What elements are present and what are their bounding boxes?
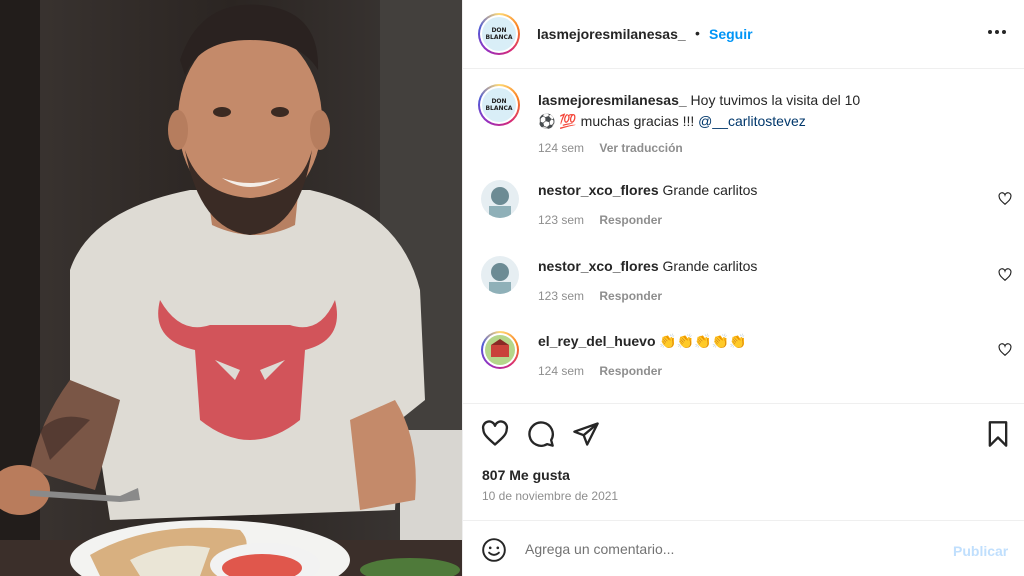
- more-horizontal-icon[interactable]: [985, 20, 1009, 44]
- comment-body: nestor_xco_flores Grande carlitos: [538, 182, 757, 198]
- reply-button[interactable]: Responder: [599, 213, 662, 227]
- comment-username[interactable]: nestor_xco_flores: [538, 258, 659, 274]
- comment-body: el_rey_del_huevo 👏👏👏👏👏: [538, 333, 747, 350]
- avatar-logo-text: DON: [491, 98, 507, 105]
- reply-button[interactable]: Responder: [599, 289, 662, 303]
- heart-icon[interactable]: [481, 420, 509, 448]
- comment-input[interactable]: [525, 541, 925, 557]
- caption-text: lasmejoresmilanesas_ Hoy tuvimos la visi…: [538, 90, 918, 159]
- caption-username[interactable]: lasmejoresmilanesas_: [538, 92, 687, 108]
- reply-button[interactable]: Responder: [599, 364, 662, 378]
- add-comment-bar: Publicar: [463, 520, 1024, 576]
- comment-body: nestor_xco_flores Grande carlitos: [538, 258, 757, 274]
- post-actions: [463, 403, 1024, 459]
- comment-icon[interactable]: [527, 420, 555, 448]
- comment-text: 👏👏👏👏👏: [659, 333, 747, 349]
- caption-emoji: ⚽ 💯: [538, 113, 577, 129]
- post-header: DON BLANCA lasmejoresmilanesas_ • Seguir: [463, 0, 1024, 69]
- caption-avatar[interactable]: DON BLANCA: [478, 84, 520, 126]
- follow-button[interactable]: Seguir: [709, 26, 753, 42]
- post-image: [0, 0, 462, 576]
- avatar-logo-text: BLANCA: [485, 34, 513, 41]
- comment-heart-icon[interactable]: [998, 268, 1012, 282]
- avatar-logo-text: BLANCA: [485, 105, 513, 112]
- caption-time[interactable]: 124 sem: [538, 141, 584, 155]
- comment-username[interactable]: nestor_xco_flores: [538, 182, 659, 198]
- comment-meta: 123 sem Responder: [538, 213, 662, 227]
- comment-meta: 124 sem Responder: [538, 364, 662, 378]
- comment-item: nestor_xco_flores Grande carlitos 123 se…: [463, 256, 1024, 316]
- caption-line1: Hoy tuvimos la visita del 10: [690, 92, 861, 108]
- author-avatar[interactable]: DON BLANCA: [478, 13, 520, 55]
- comment-heart-icon[interactable]: [998, 343, 1012, 357]
- separator-dot: •: [695, 25, 700, 41]
- comment-username[interactable]: el_rey_del_huevo: [538, 333, 656, 349]
- comments-list[interactable]: DON BLANCA lasmejoresmilanesas_ Hoy tuvi…: [463, 70, 1024, 402]
- bookmark-icon[interactable]: [984, 420, 1012, 448]
- translate-button[interactable]: Ver traducción: [599, 141, 682, 155]
- caption-mention[interactable]: @__carlitostevez: [698, 113, 806, 129]
- avatar-logo-text: DON: [491, 27, 507, 34]
- commenter-avatar[interactable]: [481, 331, 519, 369]
- likes-count[interactable]: 807 Me gusta: [482, 467, 570, 483]
- comment-meta: 123 sem Responder: [538, 289, 662, 303]
- caption-meta: 124 sem Ver traducción: [538, 138, 918, 159]
- comment-item: nestor_xco_flores Grande carlitos 123 se…: [463, 180, 1024, 240]
- comment-heart-icon[interactable]: [998, 192, 1012, 206]
- comment-time[interactable]: 123 sem: [538, 213, 584, 227]
- author-username[interactable]: lasmejoresmilanesas_: [537, 26, 686, 42]
- comment-time[interactable]: 124 sem: [538, 364, 584, 378]
- post-panel: DON BLANCA lasmejoresmilanesas_ • Seguir…: [462, 0, 1024, 576]
- comment-item: el_rey_del_huevo 👏👏👏👏👏 124 sem Responder: [463, 331, 1024, 391]
- comment-text: Grande carlitos: [662, 182, 758, 198]
- emoji-icon[interactable]: [481, 537, 507, 563]
- comment-time[interactable]: 123 sem: [538, 289, 584, 303]
- commenter-avatar[interactable]: [481, 180, 519, 218]
- commenter-avatar[interactable]: [481, 256, 519, 294]
- post-date[interactable]: 10 de noviembre de 2021: [482, 489, 618, 503]
- send-icon[interactable]: [572, 420, 600, 448]
- publish-button[interactable]: Publicar: [953, 543, 1008, 559]
- caption-line2: muchas gracias !!!: [576, 113, 699, 129]
- post-photo[interactable]: [0, 0, 462, 576]
- comment-text: Grande carlitos: [662, 258, 758, 274]
